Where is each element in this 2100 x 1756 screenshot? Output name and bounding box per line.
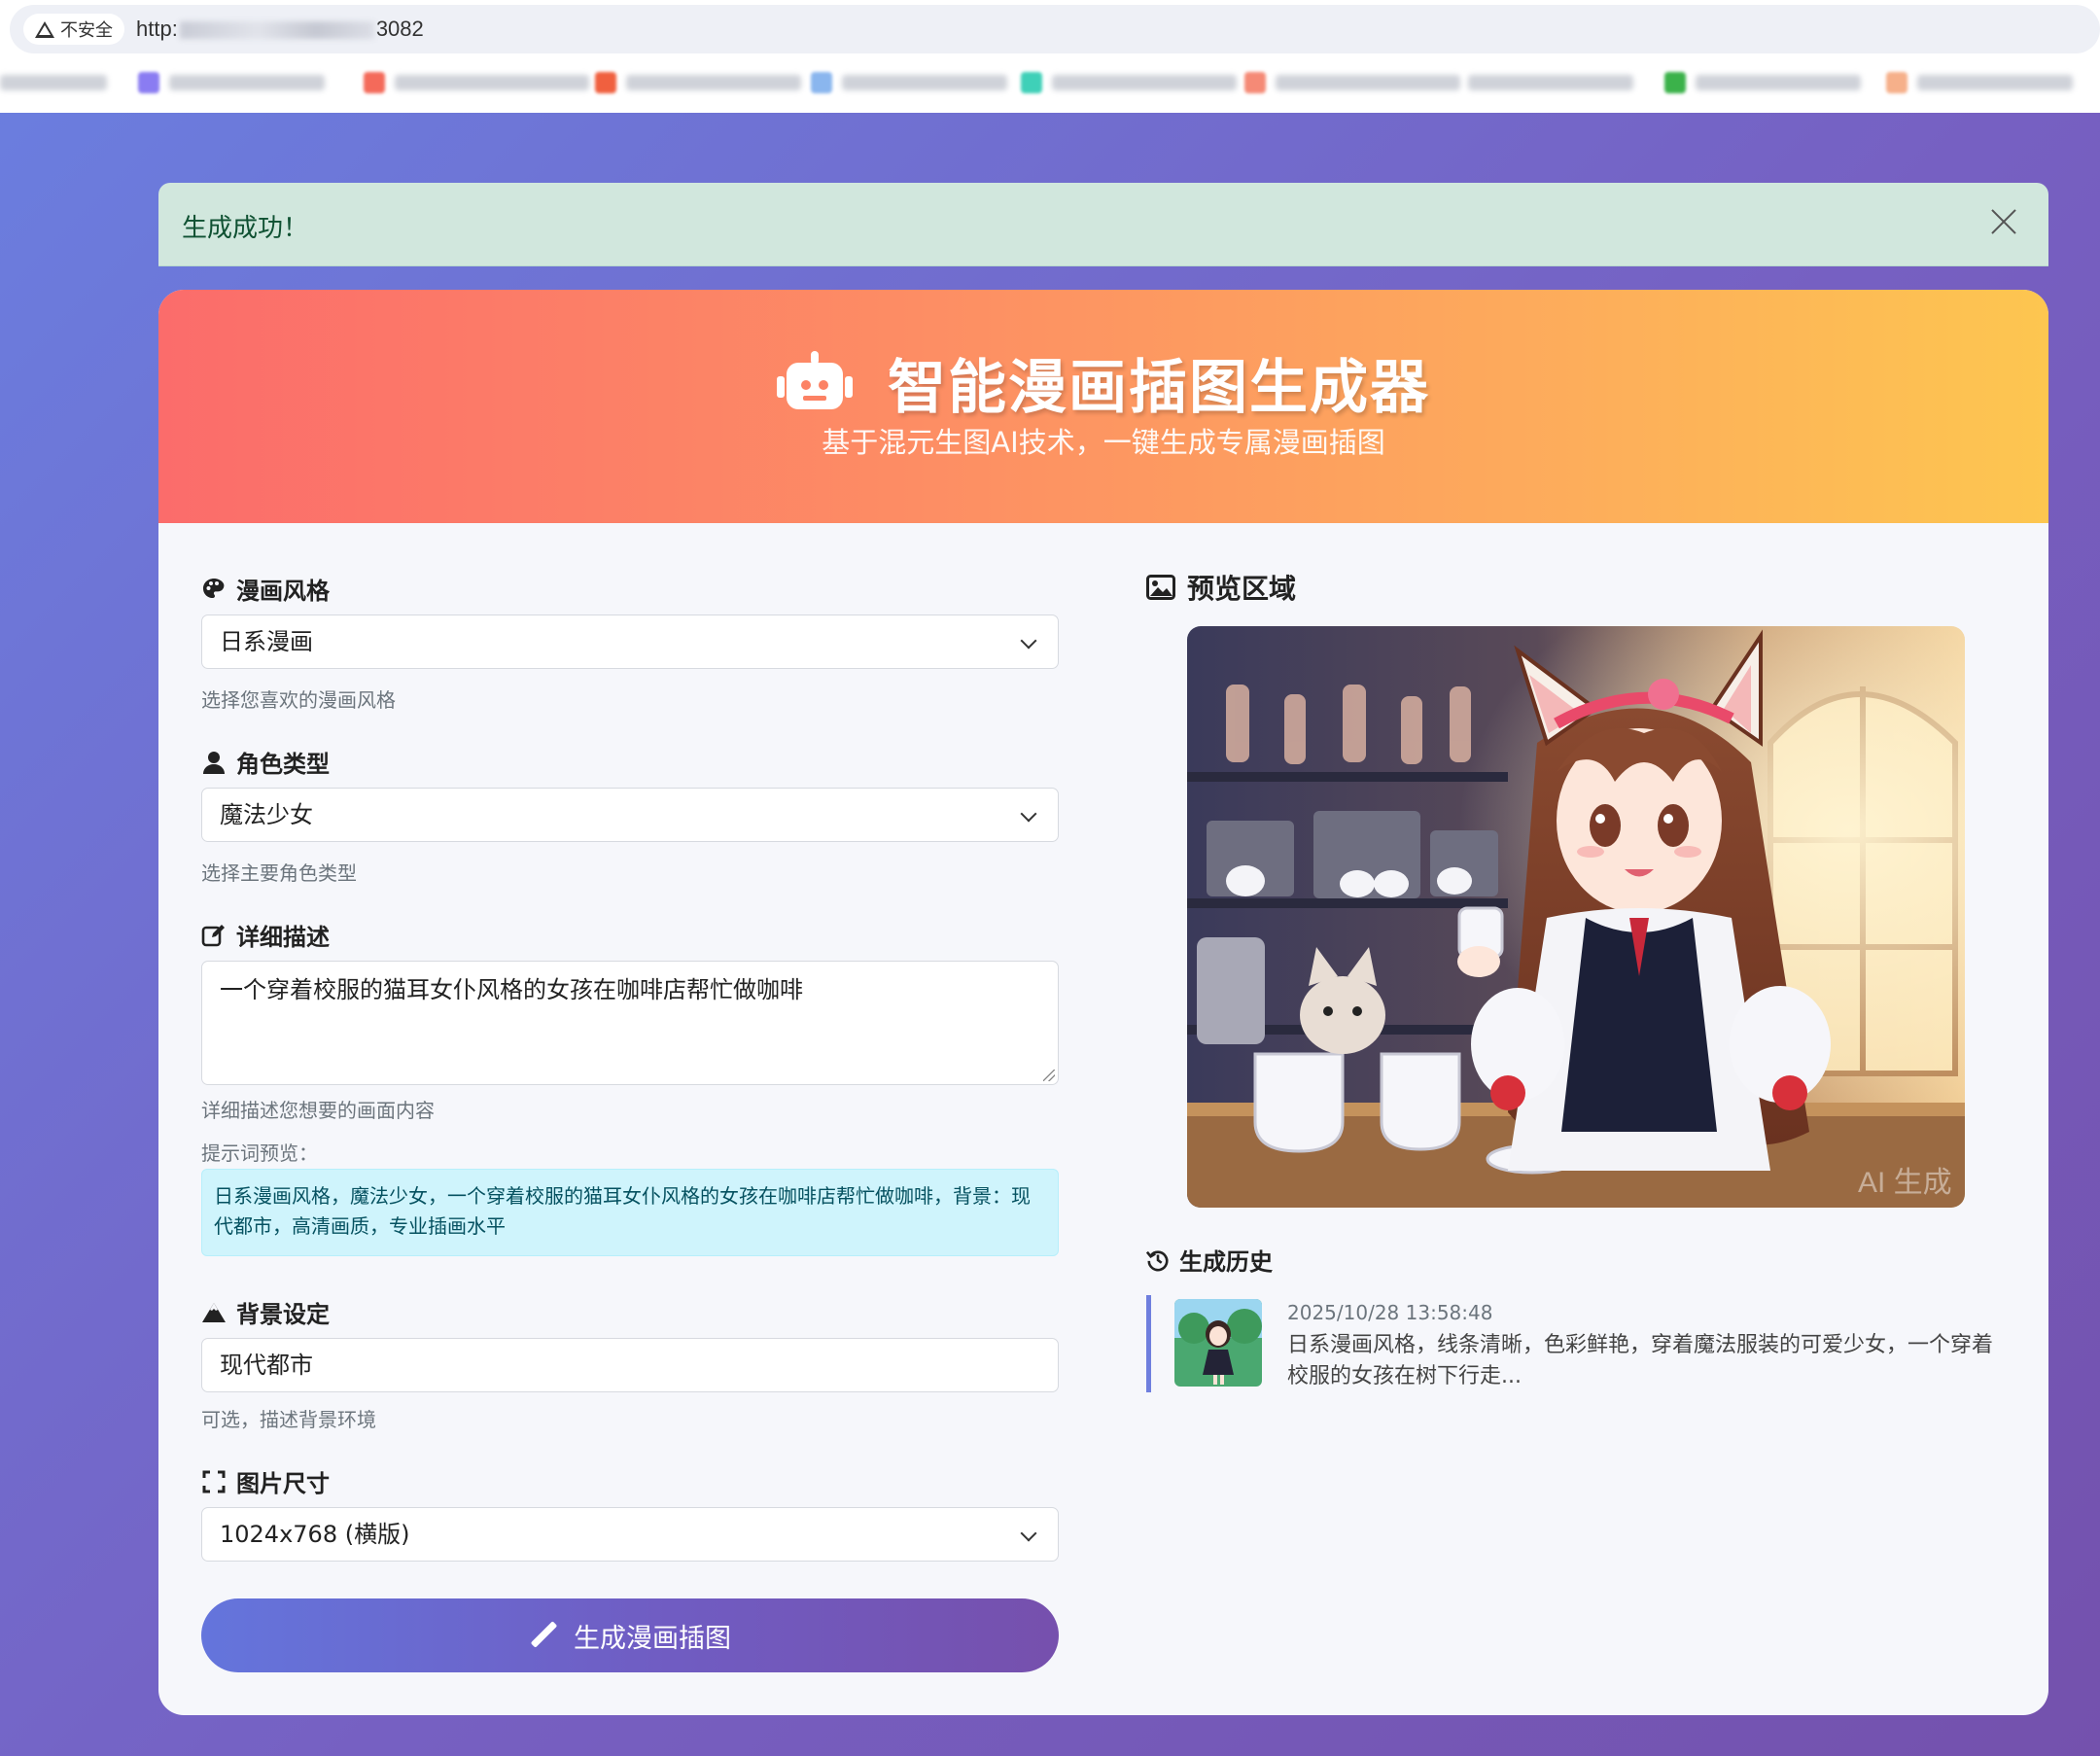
size-label-text: 图片尺寸 <box>236 1470 330 1497</box>
prompt-preview-label: 提示词预览： <box>201 1141 318 1165</box>
alert-message: 生成成功！ <box>182 214 309 243</box>
character-select-value: 魔法少女 <box>220 801 313 828</box>
background-label-text: 背景设定 <box>236 1301 330 1328</box>
url-text[interactable]: http: 3082 <box>136 17 424 42</box>
background-hint: 可选，描述背景环境 <box>201 1408 376 1431</box>
expand-icon <box>202 1470 226 1493</box>
background-input[interactable]: 现代都市 <box>201 1338 1059 1392</box>
watermark-text: AI 生成 <box>1858 1167 1952 1199</box>
prompt-preview-text: 日系漫画风格，魔法少女，一个穿着校服的猫耳女仆风格的女孩在咖啡店帮忙做咖啡，背景… <box>214 1184 1031 1238</box>
description-label: 详细描述 <box>201 918 330 952</box>
bookmark[interactable] <box>0 68 107 97</box>
page-subtitle: 基于混元生图AI技术，一键生成专属漫画插图 <box>822 426 1385 459</box>
mountain-icon <box>202 1302 226 1322</box>
warning-icon <box>35 20 54 38</box>
character-label: 角色类型 <box>201 745 330 779</box>
style-label: 漫画风格 <box>201 572 330 606</box>
anime-illustration: AI 生成 <box>1187 626 1965 1208</box>
history-icon <box>1146 1249 1169 1271</box>
page-title: 智能漫画插图生成器 <box>888 354 1430 422</box>
resize-handle[interactable] <box>1043 1070 1055 1081</box>
address-bar[interactable]: 不安全 http: 3082 <box>10 5 2100 53</box>
browser-chrome: 不安全 http: 3082 <box>0 0 2100 113</box>
close-icon[interactable] <box>1984 202 2023 241</box>
character-hint: 选择主要角色类型 <box>201 861 357 885</box>
chevron-down-icon <box>1020 632 1037 650</box>
history-label: 生成历史 <box>1146 1243 1273 1277</box>
background-input-value: 现代都市 <box>220 1352 313 1379</box>
bookmark[interactable] <box>1021 68 1237 97</box>
style-select-value: 日系漫画 <box>220 628 313 655</box>
palette-icon <box>203 578 225 598</box>
history-thumbnail[interactable] <box>1174 1299 1262 1387</box>
background-label: 背景设定 <box>201 1295 330 1329</box>
user-icon <box>203 751 225 774</box>
success-alert: 生成成功！ <box>158 183 2048 266</box>
url-redacted <box>179 21 374 40</box>
character-select[interactable]: 魔法少女 <box>201 788 1059 842</box>
history-time: 2025/10/28 13:58:48 <box>1287 1301 1493 1324</box>
preview-image: AI 生成 <box>1187 626 1965 1208</box>
bookmark[interactable] <box>364 68 589 97</box>
character-label-text: 角色类型 <box>236 751 330 778</box>
bookmark[interactable] <box>1468 68 1633 97</box>
preview-label: 预览区域 <box>1146 568 1296 607</box>
description-textarea[interactable]: 一个穿着校服的猫耳女仆风格的女孩在咖啡店帮忙做咖啡 <box>201 961 1059 1085</box>
chevron-down-icon <box>1020 1525 1037 1542</box>
bookmarks-bar <box>0 68 2100 97</box>
style-hint: 选择您喜欢的漫画风格 <box>201 688 396 712</box>
prompt-preview-box: 日系漫画风格，魔法少女，一个穿着校服的猫耳女仆风格的女孩在咖啡店帮忙做咖啡，背景… <box>201 1169 1059 1256</box>
preview-label-text: 预览区域 <box>1187 573 1297 605</box>
size-select[interactable]: 1024x768 (横版) <box>201 1507 1059 1562</box>
history-desc: 日系漫画风格，线条清晰，色彩鲜艳，穿着魔法服装的可爱少女，一个穿着校服的女孩在树… <box>1287 1333 1994 1388</box>
bookmark[interactable] <box>1664 68 1861 97</box>
main-card: 智能漫画插图生成器 基于混元生图AI技术，一键生成专属漫画插图 漫画风格 日系漫… <box>158 290 2048 1715</box>
url-prefix: http: <box>136 17 178 41</box>
style-select[interactable]: 日系漫画 <box>201 615 1059 669</box>
description-value: 一个穿着校服的猫耳女仆风格的女孩在咖啡店帮忙做咖啡 <box>220 976 803 1003</box>
image-icon <box>1146 575 1175 600</box>
chevron-down-icon <box>1020 805 1037 823</box>
size-label: 图片尺寸 <box>201 1464 330 1498</box>
robot-icon <box>777 350 853 415</box>
history-item[interactable]: 2025/10/28 13:58:48 日系漫画风格，线条清晰，色彩鲜艳，穿着魔… <box>1146 1295 2002 1392</box>
history-label-text: 生成历史 <box>1179 1248 1273 1276</box>
bookmark[interactable] <box>1244 68 1460 97</box>
bookmark[interactable] <box>138 68 325 97</box>
hero-banner: 智能漫画插图生成器 基于混元生图AI技术，一键生成专属漫画插图 <box>158 290 2048 523</box>
bookmark[interactable] <box>595 68 801 97</box>
size-select-value: 1024x768 (横版) <box>220 1521 410 1548</box>
security-label: 不安全 <box>60 20 113 41</box>
pencil-icon <box>529 1621 558 1650</box>
bookmark[interactable] <box>811 68 1007 97</box>
generate-button-label: 生成漫画插图 <box>574 1623 731 1654</box>
url-suffix: 3082 <box>375 17 424 41</box>
description-hint: 详细描述您想要的画面内容 <box>201 1099 435 1122</box>
security-chip[interactable]: 不安全 <box>23 14 124 45</box>
style-label-text: 漫画风格 <box>236 578 330 605</box>
edit-icon <box>201 924 225 946</box>
bookmark[interactable] <box>1886 68 2073 97</box>
generate-button[interactable]: 生成漫画插图 <box>201 1598 1059 1672</box>
description-label-text: 详细描述 <box>236 924 330 951</box>
